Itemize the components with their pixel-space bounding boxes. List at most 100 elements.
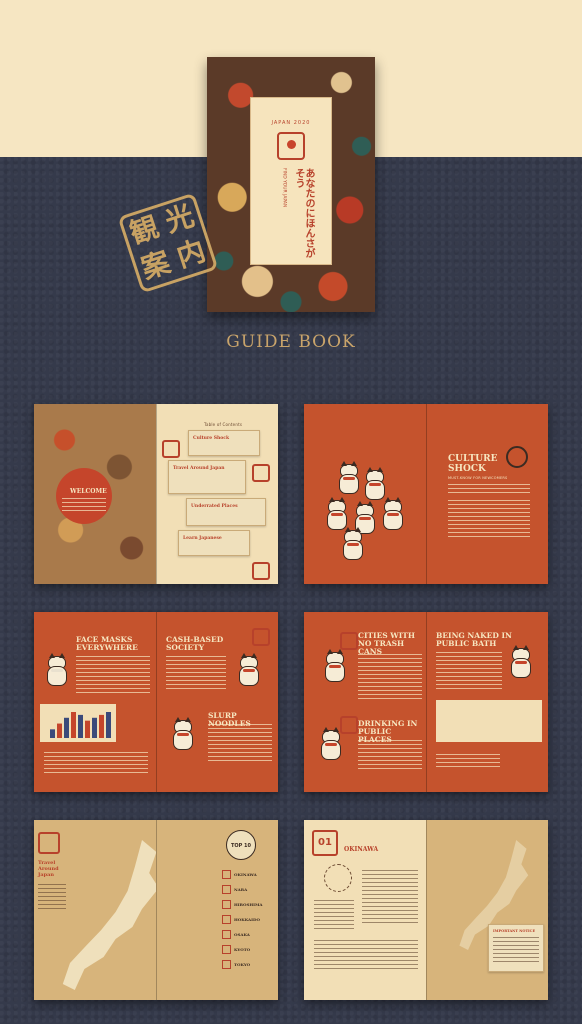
bath-cat-icon	[508, 645, 534, 678]
city-label: TOKYO	[234, 962, 251, 967]
city-label: NARA	[234, 887, 248, 892]
noodle-cat-icon	[170, 717, 196, 750]
cover-year: JAPAN 2020	[271, 120, 311, 126]
red-sun-icon	[56, 468, 112, 524]
city-list-item: HIROSHIMA	[222, 898, 276, 911]
drinking-text	[358, 740, 422, 770]
trash-drinking-page: CITIES WITH NO TRASH CANS DRINKING IN PU…	[304, 612, 426, 792]
seal-icon	[252, 628, 270, 646]
cover-vertical-subtitle: FIND YOUR JAPAN	[281, 168, 287, 208]
culture-shock-subtitle: MUST-KNOW FOR NEWCOMERS	[448, 476, 508, 480]
face-masks-text	[76, 656, 150, 694]
city-seal-icon	[222, 900, 231, 909]
round-stamp-icon	[506, 446, 528, 468]
lucky-cats-page	[304, 404, 426, 584]
city-seal-icon	[222, 945, 231, 954]
cash-society-heading: CASH-BASED SOCIETY	[166, 635, 224, 652]
lucky-cat-icon	[362, 467, 388, 500]
okinawa-facts	[314, 900, 354, 930]
chart-bar	[57, 723, 62, 738]
page-fold	[156, 612, 157, 792]
city-list-item: NARA	[222, 883, 276, 896]
seal-icon	[252, 562, 270, 580]
welcome-heading: WELCOME	[70, 488, 107, 495]
spread-trash-bath: CITIES WITH NO TRASH CANS DRINKING IN PU…	[304, 612, 548, 792]
okinawa-emblem-icon	[324, 864, 352, 892]
toc-card: Learn Japanese	[178, 530, 250, 556]
trash-cans-heading: CITIES WITH NO TRASH CANS	[358, 631, 415, 656]
lucky-cat-icon	[336, 461, 362, 494]
public-bath-text	[436, 652, 502, 690]
lucky-cat-icon	[324, 497, 350, 530]
okinawa-map-page: IMPORTANT NOTICE	[426, 820, 548, 1000]
chart-bar	[99, 714, 104, 738]
chart-bar	[71, 712, 76, 738]
chart-bar	[50, 729, 55, 738]
chart-bar	[92, 717, 97, 738]
seal-icon	[252, 464, 270, 482]
guidebook-cover: JAPAN 2020 あなたのにほんさがそう FIND YOUR JAPAN	[207, 57, 375, 312]
city-list-item: HOKKAIDO	[222, 913, 276, 926]
toc-card: Underrated Places	[186, 498, 266, 526]
notice-title: IMPORTANT NOTICE	[493, 929, 536, 933]
toc-item: Travel Around Japan	[173, 466, 225, 471]
cash-society-text	[166, 656, 226, 692]
travel-title: Travel Around Japan	[38, 860, 59, 878]
okinawa-text	[314, 940, 418, 970]
travel-map-left-page: Travel Around Japan	[34, 820, 159, 1000]
city-seal-icon	[222, 915, 231, 924]
okinawa-heading: OKINAWA	[344, 846, 379, 853]
lucky-cat-icon	[236, 653, 262, 686]
lucky-cat-icon	[380, 497, 406, 530]
city-label: OSAKA	[234, 932, 250, 937]
page-fold	[156, 404, 157, 584]
spread-masks-cash: FACE MASKS EVERYWHERE CASH-BASED SOCIETY…	[34, 612, 278, 792]
toc-card: Travel Around Japan	[168, 460, 246, 494]
welcome-page: WELCOME	[34, 404, 156, 584]
public-bath-page: BEING NAKED IN PUBLIC BATH	[426, 612, 548, 792]
okinawa-info-page: 01 OKINAWA	[304, 820, 426, 1000]
section-title: GUIDE BOOK	[226, 332, 356, 352]
lucky-cat-icon	[340, 527, 366, 560]
notice-card: IMPORTANT NOTICE	[488, 924, 544, 972]
notice-text	[493, 937, 539, 965]
city-label: OKINAWA	[234, 872, 257, 877]
culture-shock-page: CULTURE SHOCK MUST-KNOW FOR NEWCOMERS	[426, 404, 548, 584]
city-seal-icon	[222, 930, 231, 939]
city-seal-icon	[222, 885, 231, 894]
city-list-item: TOKYO	[222, 958, 276, 971]
seal-icon	[162, 440, 180, 458]
seal-icon	[38, 832, 60, 854]
spread-welcome-toc: WELCOME Table of Contents Culture Shock …	[34, 404, 278, 584]
page-fold	[426, 612, 427, 792]
toc-item: Learn Japanese	[183, 536, 222, 541]
culture-shock-text	[448, 500, 530, 540]
city-seal-icon	[222, 960, 231, 969]
toc-card: Culture Shock	[188, 430, 260, 456]
page-fold	[426, 404, 427, 584]
cover-title-panel: JAPAN 2020 あなたのにほんさがそう FIND YOUR JAPAN	[250, 97, 332, 265]
toc-title: Table of Contents	[204, 422, 243, 427]
chart-bar	[106, 712, 111, 738]
city-label: KYOTO	[234, 947, 251, 952]
welcome-text	[62, 498, 106, 514]
chart-bar	[64, 717, 69, 738]
city-list-item: OKINAWA	[222, 868, 276, 881]
okinawa-list	[362, 870, 418, 926]
chart-caption-text	[44, 752, 148, 774]
bar-chart-svg	[50, 712, 111, 738]
page-fold	[156, 820, 157, 1000]
bar-chart	[40, 704, 116, 742]
city-list: OKINAWA NARA HIROSHIMA HOKKAIDO OSAKA KYOTO TO…	[222, 868, 276, 973]
top10-badge: TOP 10	[226, 830, 256, 860]
culture-shock-intro	[448, 484, 530, 494]
chart-bar	[85, 720, 90, 738]
drinking-cat-icon	[318, 727, 344, 760]
culture-shock-title: CULTURE SHOCK	[448, 454, 498, 474]
trash-cans-text	[358, 654, 422, 702]
city-label: HIROSHIMA	[234, 902, 263, 907]
city-seal-icon	[222, 870, 231, 879]
bath-caption-text	[436, 754, 500, 770]
toc-item: Underrated Places	[191, 504, 238, 509]
masked-cat-icon	[44, 653, 70, 686]
